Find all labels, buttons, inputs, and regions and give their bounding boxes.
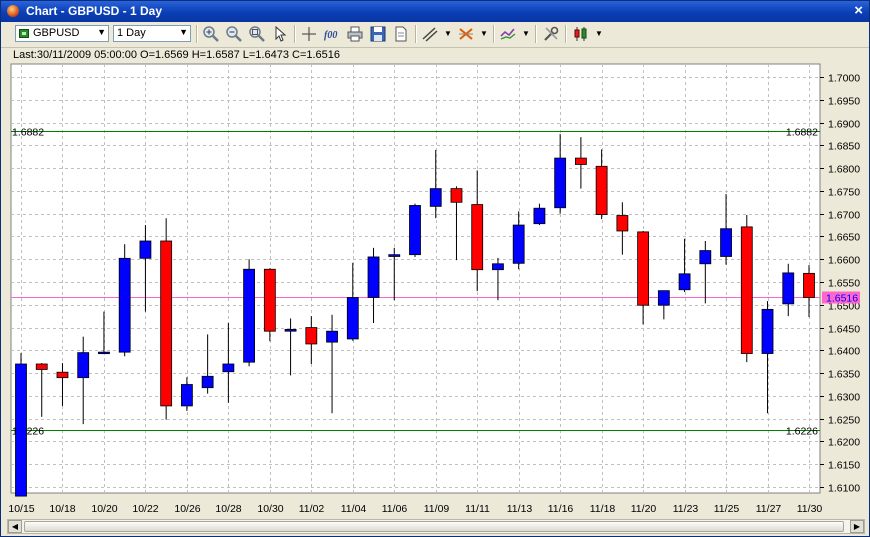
y-tick-label: 1.6750 xyxy=(828,187,860,199)
candle-body[interactable] xyxy=(533,207,546,225)
x-tick-label: 11/11 xyxy=(465,503,490,515)
x-tick-label: 11/16 xyxy=(548,503,574,515)
y-tick-label: 1.6700 xyxy=(828,210,860,222)
candle-body[interactable] xyxy=(678,273,691,291)
candle-body[interactable] xyxy=(263,268,276,332)
x-tick-label: 10/15 xyxy=(8,503,34,515)
x-tick-label: 11/23 xyxy=(673,503,699,515)
candle-body[interactable] xyxy=(77,352,90,379)
x-tick-label: 10/30 xyxy=(257,503,283,515)
candle-body[interactable] xyxy=(15,363,27,497)
candle-body[interactable] xyxy=(160,240,173,407)
plot-area xyxy=(10,63,821,494)
chart-window: Chart - GBPUSD - 1 Day × GBPUSD ▼ 1 Day … xyxy=(0,0,870,537)
y-tick-label: 1.6300 xyxy=(828,392,860,404)
y-tick-label: 1.6850 xyxy=(828,141,860,153)
candle-body[interactable] xyxy=(637,231,650,306)
x-tick-label: 11/20 xyxy=(631,503,657,515)
candle-body[interactable] xyxy=(326,330,338,343)
candle-body[interactable] xyxy=(118,257,131,353)
candle-body[interactable] xyxy=(554,157,567,209)
candle-body[interactable] xyxy=(512,224,525,264)
candle-body[interactable] xyxy=(367,256,380,298)
y-tick-label: 1.6550 xyxy=(828,278,860,290)
candle-body[interactable] xyxy=(35,363,48,370)
level-label-right: 1.6882 xyxy=(786,127,818,139)
candle-body[interactable] xyxy=(595,165,608,215)
x-tick-label: 10/28 xyxy=(215,503,241,515)
candle-body[interactable] xyxy=(761,308,774,354)
scrollbar-thumb[interactable] xyxy=(24,521,844,532)
candle-body[interactable] xyxy=(98,351,110,355)
x-tick-label: 10/20 xyxy=(91,503,117,515)
y-tick-label: 1.6450 xyxy=(828,324,860,336)
y-tick-label: 1.6100 xyxy=(828,483,860,495)
candle-body[interactable] xyxy=(409,205,421,256)
last-price-label: 1.6516 xyxy=(826,293,858,305)
scroll-left-icon[interactable]: ◀ xyxy=(8,520,22,533)
candle-body[interactable] xyxy=(450,188,463,203)
candle-body[interactable] xyxy=(139,240,152,259)
x-tick-label: 10/18 xyxy=(49,503,75,515)
y-tick-label: 1.6400 xyxy=(828,346,860,358)
x-tick-label: 11/25 xyxy=(714,503,740,515)
y-tick-label: 1.6900 xyxy=(828,119,860,131)
candle-body[interactable] xyxy=(616,215,629,232)
candle-body[interactable] xyxy=(284,328,297,332)
y-tick-label: 1.6200 xyxy=(828,437,860,449)
candle-body[interactable] xyxy=(388,254,401,257)
candle-body[interactable] xyxy=(720,228,732,257)
candle-body[interactable] xyxy=(740,226,753,354)
x-tick-label: 10/26 xyxy=(174,503,200,515)
candle-body[interactable] xyxy=(201,375,214,389)
candle-body[interactable] xyxy=(243,268,256,363)
x-tick-label: 11/04 xyxy=(341,503,367,515)
level-label-right: 1.6226 xyxy=(786,426,818,438)
candle-body[interactable] xyxy=(803,272,815,298)
x-tick-label: 11/30 xyxy=(797,503,823,515)
x-tick-label: 11/27 xyxy=(756,503,782,515)
candle-body[interactable] xyxy=(222,363,235,373)
candle-body[interactable] xyxy=(180,384,193,407)
candle-body[interactable] xyxy=(471,204,484,271)
y-tick-label: 1.6600 xyxy=(828,255,860,267)
y-tick-label: 1.7000 xyxy=(828,73,860,85)
scroll-right-icon[interactable]: ▶ xyxy=(850,520,864,533)
y-tick-label: 1.6150 xyxy=(828,460,860,472)
x-tick-label: 11/18 xyxy=(590,503,616,515)
y-tick-label: 1.6950 xyxy=(828,96,860,108)
candle-body[interactable] xyxy=(429,188,442,207)
y-tick-label: 1.6800 xyxy=(828,164,860,176)
y-tick-label: 1.6250 xyxy=(828,415,860,427)
y-tick-label: 1.6650 xyxy=(828,232,860,244)
candle-body[interactable] xyxy=(657,290,670,306)
x-tick-label: 11/13 xyxy=(507,503,533,515)
candle-body[interactable] xyxy=(305,327,318,345)
x-tick-label: 10/22 xyxy=(132,503,158,515)
level-label-left: 1.6882 xyxy=(12,127,44,139)
candle-body[interactable] xyxy=(346,297,359,340)
x-tick-label: 11/09 xyxy=(424,503,450,515)
candle-body[interactable] xyxy=(574,157,587,165)
candle-body[interactable] xyxy=(56,371,69,379)
horizontal-scrollbar[interactable]: ◀ ▶ xyxy=(7,519,865,534)
x-tick-label: 11/02 xyxy=(299,503,325,515)
candle-body[interactable] xyxy=(782,272,795,305)
candlestick-chart[interactable]: 1.7000 1.6950 1.6900 1.6850 1.6800 1.6750 1.67… xyxy=(1,1,870,537)
candle-body[interactable] xyxy=(699,250,712,265)
x-tick-label: 11/06 xyxy=(382,503,408,515)
candle-body[interactable] xyxy=(492,263,504,271)
y-tick-label: 1.6350 xyxy=(828,369,860,381)
